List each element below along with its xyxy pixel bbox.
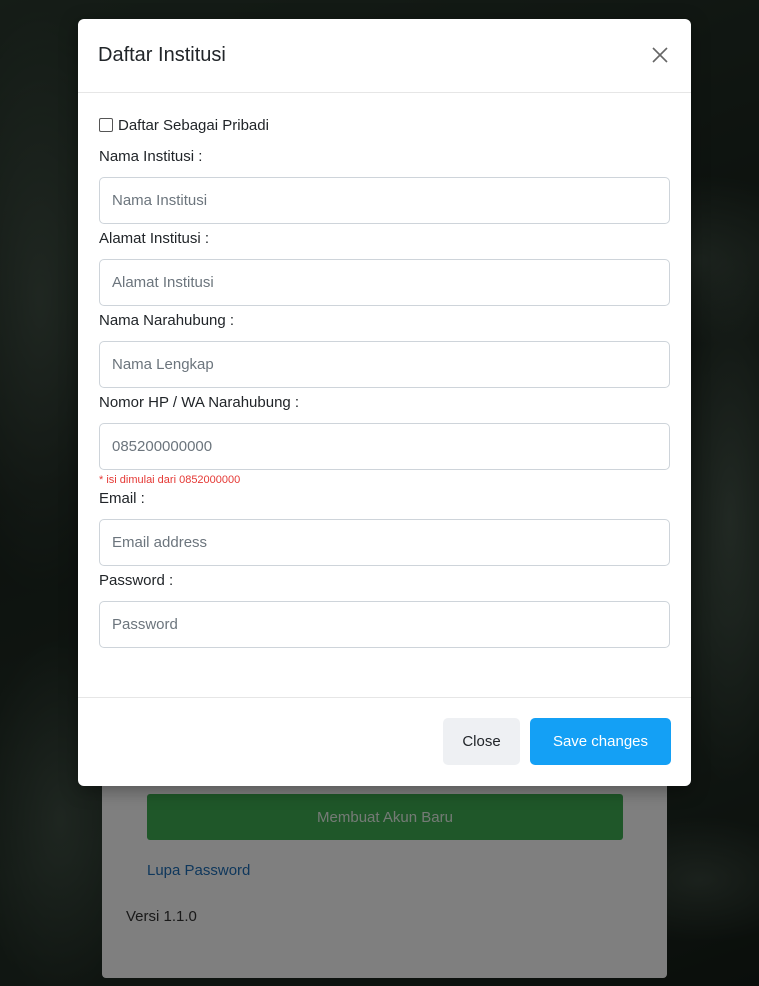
email-label: Email : [99,490,145,507]
contact-phone-label: Nomor HP / WA Narahubung : [99,394,300,411]
contact-name-label: Nama Narahubung : [99,312,235,329]
email-placeholder: Email address [112,534,208,551]
phone-hint: * isi dimulai dari 0852000000 [99,474,241,486]
institution-address-input[interactable]: Alamat Institusi [99,259,670,306]
modal-title: Daftar Institusi [98,44,226,66]
personal-checkbox-label[interactable]: Daftar Sebagai Pribadi [118,117,269,134]
contact-name-input[interactable]: Nama Lengkap [99,341,670,388]
register-modal: Daftar Institusi Daftar Sebagai Pribadi … [78,19,691,786]
password-placeholder: Password [112,616,178,633]
contact-phone-input[interactable]: 085200000000 [99,423,670,470]
close-icon[interactable] [649,44,671,66]
personal-checkbox[interactable] [99,118,113,132]
password-input[interactable]: Password [99,601,670,648]
close-button[interactable]: Close [443,718,520,765]
institution-address-placeholder: Alamat Institusi [112,274,214,291]
institution-name-label: Nama Institusi : [99,148,203,165]
institution-name-input[interactable]: Nama Institusi [99,177,670,224]
modal-body: Daftar Sebagai Pribadi Nama Institusi : … [78,93,691,697]
modal-header: Daftar Institusi [78,19,691,93]
email-input[interactable]: Email address [99,519,670,566]
contact-phone-placeholder: 085200000000 [112,438,213,455]
contact-name-placeholder: Nama Lengkap [112,356,214,373]
institution-name-placeholder: Nama Institusi [112,192,208,209]
institution-address-label: Alamat Institusi : [99,230,210,247]
save-changes-button[interactable]: Save changes [530,718,671,765]
personal-checkbox-row: Daftar Sebagai Pribadi [99,113,670,137]
modal-footer: Close Save changes [78,697,691,786]
password-label: Password : [99,572,174,589]
